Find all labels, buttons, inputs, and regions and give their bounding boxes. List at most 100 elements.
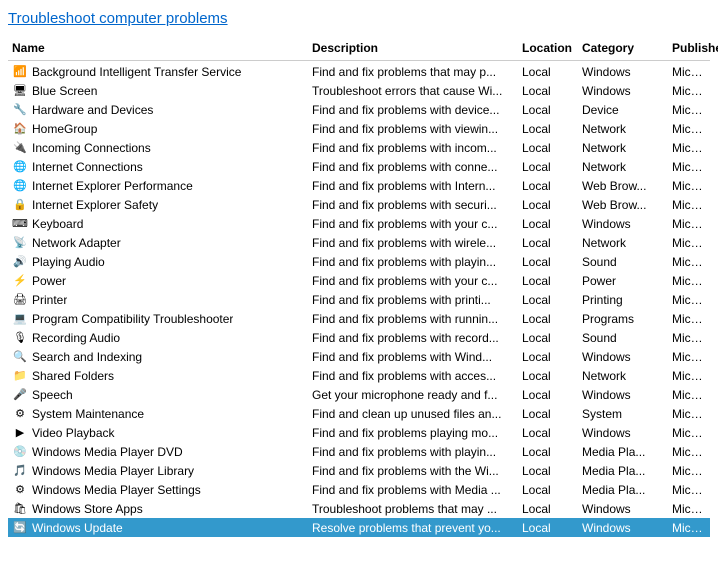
- item-icon: 🌐: [12, 159, 28, 175]
- item-icon: ⚙: [12, 482, 28, 498]
- list-item[interactable]: 🖨 Printer Find and fix problems with pri…: [8, 290, 710, 309]
- item-icon: ▶: [12, 425, 28, 441]
- item-publisher: Microsoft ...: [668, 102, 710, 118]
- item-publisher: Microsoft ...: [668, 235, 710, 251]
- item-publisher: Microsoft ...: [668, 254, 710, 270]
- list-item[interactable]: 🔊 Playing Audio Find and fix problems wi…: [8, 252, 710, 271]
- item-icon: 📁: [12, 368, 28, 384]
- item-name: 🌐 Internet Connections: [8, 158, 308, 176]
- item-icon: 🔍: [12, 349, 28, 365]
- main-container: Troubleshoot computer problems Name Desc…: [0, 0, 718, 541]
- item-location: Local: [518, 273, 578, 289]
- item-publisher: Microsoft ...: [668, 444, 710, 460]
- list-item[interactable]: ⚙ Windows Media Player Settings Find and…: [8, 480, 710, 499]
- item-description: Find and fix problems playing mo...: [308, 425, 518, 441]
- item-location: Local: [518, 330, 578, 346]
- list-item[interactable]: 💻 Program Compatibility Troubleshooter F…: [8, 309, 710, 328]
- list-item[interactable]: ▶ Video Playback Find and fix problems p…: [8, 423, 710, 442]
- item-location: Local: [518, 83, 578, 99]
- item-location: Local: [518, 159, 578, 175]
- item-name: ⚡ Power: [8, 272, 308, 290]
- item-description: Find and fix problems with securi...: [308, 197, 518, 213]
- item-location: Local: [518, 311, 578, 327]
- header-name: Name: [8, 39, 308, 57]
- item-location: Local: [518, 501, 578, 517]
- item-category: Windows: [578, 501, 668, 517]
- item-category: Media Pla...: [578, 482, 668, 498]
- item-location: Local: [518, 216, 578, 232]
- list-item[interactable]: 💿 Windows Media Player DVD Find and fix …: [8, 442, 710, 461]
- item-publisher: Microsoft ...: [668, 406, 710, 422]
- item-publisher: Microsoft ...: [668, 349, 710, 365]
- header-location: Location: [518, 39, 578, 57]
- list-item[interactable]: 🖥 Blue Screen Troubleshoot errors that c…: [8, 81, 710, 100]
- item-category: Sound: [578, 254, 668, 270]
- item-category: Sound: [578, 330, 668, 346]
- list-item[interactable]: 🌐 Internet Explorer Performance Find and…: [8, 176, 710, 195]
- list-item[interactable]: 📡 Network Adapter Find and fix problems …: [8, 233, 710, 252]
- item-description: Troubleshoot errors that cause Wi...: [308, 83, 518, 99]
- item-icon: 🏠: [12, 121, 28, 137]
- list-item[interactable]: 🔄 Windows Update Resolve problems that p…: [8, 518, 710, 537]
- item-icon: ⚙: [12, 406, 28, 422]
- list-item[interactable]: 🔍 Search and Indexing Find and fix probl…: [8, 347, 710, 366]
- item-category: Network: [578, 121, 668, 137]
- item-name: 🔒 Internet Explorer Safety: [8, 196, 308, 214]
- item-location: Local: [518, 406, 578, 422]
- item-name: 🏠 HomeGroup: [8, 120, 308, 138]
- list-item[interactable]: 🏠 HomeGroup Find and fix problems with v…: [8, 119, 710, 138]
- item-name: 💿 Windows Media Player DVD: [8, 443, 308, 461]
- item-category: Network: [578, 159, 668, 175]
- list-item[interactable]: 📶 Background Intelligent Transfer Servic…: [8, 62, 710, 81]
- item-description: Find and fix problems with playin...: [308, 444, 518, 460]
- item-icon: 🎙: [12, 330, 28, 346]
- list-item[interactable]: 🛍 Windows Store Apps Troubleshoot proble…: [8, 499, 710, 518]
- item-location: Local: [518, 235, 578, 251]
- list-item[interactable]: ⚡ Power Find and fix problems with your …: [8, 271, 710, 290]
- item-description: Find and fix problems with Media ...: [308, 482, 518, 498]
- item-icon: 🔌: [12, 140, 28, 156]
- item-description: Find and fix problems with playin...: [308, 254, 518, 270]
- item-category: Windows: [578, 83, 668, 99]
- list-item[interactable]: 🌐 Internet Connections Find and fix prob…: [8, 157, 710, 176]
- item-location: Local: [518, 387, 578, 403]
- item-location: Local: [518, 368, 578, 384]
- list-item[interactable]: 🔒 Internet Explorer Safety Find and fix …: [8, 195, 710, 214]
- item-category: Media Pla...: [578, 444, 668, 460]
- item-location: Local: [518, 140, 578, 156]
- item-name: 🎙 Recording Audio: [8, 329, 308, 347]
- item-publisher: Microsoft ...: [668, 482, 710, 498]
- item-description: Find and fix problems with incom...: [308, 140, 518, 156]
- item-icon: 📶: [12, 64, 28, 80]
- item-description: Find and fix problems with runnin...: [308, 311, 518, 327]
- item-category: Network: [578, 140, 668, 156]
- item-icon: 🎤: [12, 387, 28, 403]
- item-category: Windows: [578, 64, 668, 80]
- list-item[interactable]: 🎵 Windows Media Player Library Find and …: [8, 461, 710, 480]
- item-category: System: [578, 406, 668, 422]
- item-category: Windows: [578, 216, 668, 232]
- item-category: Web Brow...: [578, 178, 668, 194]
- list-item[interactable]: 🎙 Recording Audio Find and fix problems …: [8, 328, 710, 347]
- item-category: Device: [578, 102, 668, 118]
- list-item[interactable]: 🔧 Hardware and Devices Find and fix prob…: [8, 100, 710, 119]
- list-header: Name Description Location Category Publi…: [8, 39, 710, 61]
- item-category: Windows: [578, 425, 668, 441]
- item-icon: 🖨: [12, 292, 28, 308]
- page-title[interactable]: Troubleshoot computer problems: [8, 10, 710, 27]
- item-category: Power: [578, 273, 668, 289]
- item-icon: 🔄: [12, 520, 28, 536]
- item-description: Find and fix problems that may p...: [308, 64, 518, 80]
- item-category: Windows: [578, 387, 668, 403]
- item-name: 📡 Network Adapter: [8, 234, 308, 252]
- item-category: Media Pla...: [578, 463, 668, 479]
- item-publisher: Microsoft ...: [668, 311, 710, 327]
- list-item[interactable]: ⌨ Keyboard Find and fix problems with yo…: [8, 214, 710, 233]
- item-name: ⌨ Keyboard: [8, 215, 308, 233]
- list-item[interactable]: 🎤 Speech Get your microphone ready and f…: [8, 385, 710, 404]
- list-item[interactable]: 📁 Shared Folders Find and fix problems w…: [8, 366, 710, 385]
- list-item[interactable]: ⚙ System Maintenance Find and clean up u…: [8, 404, 710, 423]
- list-item[interactable]: 🔌 Incoming Connections Find and fix prob…: [8, 138, 710, 157]
- item-icon: ⌨: [12, 216, 28, 232]
- item-location: Local: [518, 444, 578, 460]
